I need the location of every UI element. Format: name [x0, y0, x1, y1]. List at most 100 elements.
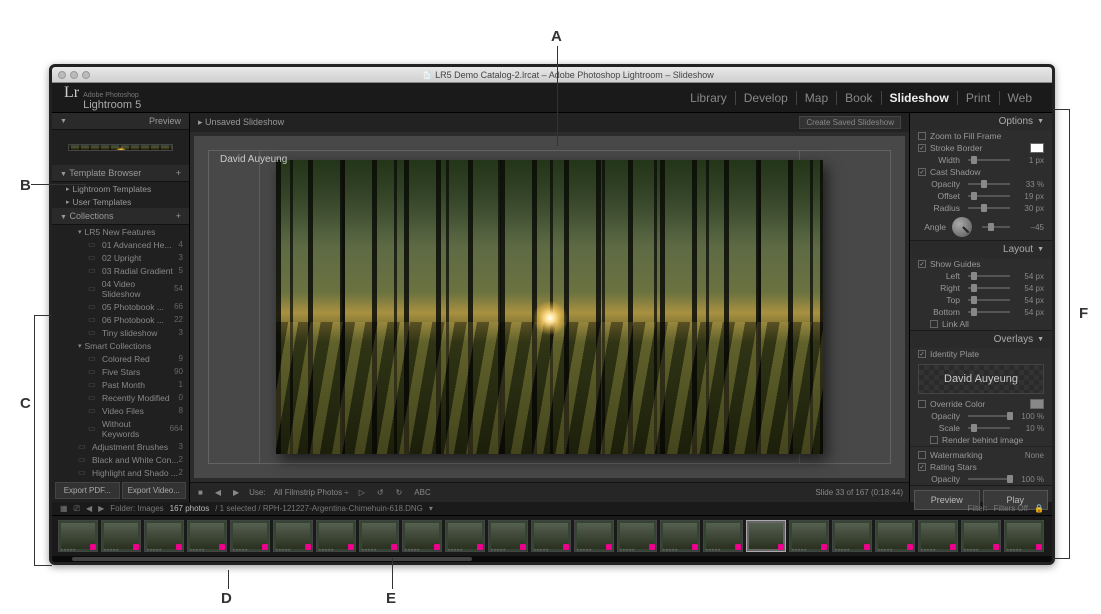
- slider[interactable]: [968, 275, 1010, 277]
- grid-icon[interactable]: ▦: [60, 504, 68, 513]
- filmstrip-thumb[interactable]: [961, 520, 1001, 552]
- export-video-button[interactable]: Export Video...: [122, 482, 187, 499]
- filmstrip-thumb[interactable]: [574, 520, 614, 552]
- filmstrip-thumb[interactable]: [746, 520, 786, 552]
- template-browser-header[interactable]: ▼ Template Browser +: [52, 165, 189, 182]
- create-saved-slideshow-button[interactable]: Create Saved Slideshow: [799, 116, 901, 129]
- slider[interactable]: [968, 159, 1010, 161]
- filmstrip-thumb[interactable]: [144, 520, 184, 552]
- collection-set[interactable]: Smart Collections: [52, 339, 189, 352]
- preview-panel-header[interactable]: ▼ Preview: [52, 113, 189, 130]
- collection-item[interactable]: ▭04 Video Slideshow54: [52, 277, 189, 300]
- filmstrip-thumb[interactable]: [359, 520, 399, 552]
- checkbox[interactable]: [918, 260, 926, 268]
- checkbox[interactable]: [918, 463, 926, 471]
- module-library[interactable]: Library: [682, 91, 736, 105]
- folder-label[interactable]: Folder: Images: [110, 504, 163, 513]
- slide-photo[interactable]: [276, 160, 823, 454]
- filmstrip-thumb[interactable]: [531, 520, 571, 552]
- slider[interactable]: [968, 427, 1010, 429]
- filmstrip-thumb[interactable]: [58, 520, 98, 552]
- stop-icon[interactable]: ■: [196, 488, 205, 497]
- filter-dropdown[interactable]: Filters Off: [994, 504, 1029, 513]
- filmstrip-thumb[interactable]: [488, 520, 528, 552]
- checkbox[interactable]: [930, 320, 938, 328]
- filmstrip-scrollbar[interactable]: [52, 556, 1052, 562]
- checkbox[interactable]: [918, 350, 926, 358]
- collection-item[interactable]: ▭Black and White Con...2: [52, 453, 189, 466]
- filmstrip-thumb[interactable]: [187, 520, 227, 552]
- layout-panel-header[interactable]: Layout▼: [910, 241, 1052, 258]
- module-develop[interactable]: Develop: [736, 91, 797, 105]
- export-pdf-button[interactable]: Export PDF...: [55, 482, 120, 499]
- checkbox[interactable]: [918, 400, 926, 408]
- collections-header[interactable]: ▼ Collections +: [52, 208, 189, 225]
- filmstrip-thumb[interactable]: [101, 520, 141, 552]
- collection-set[interactable]: LR5 New Features: [52, 225, 189, 238]
- nav-fwd-icon[interactable]: ▶: [98, 504, 104, 513]
- watermarking-value[interactable]: None: [1018, 451, 1044, 460]
- smart-collection-item[interactable]: ▭Past Month1: [52, 378, 189, 391]
- filmstrip-thumb[interactable]: [617, 520, 657, 552]
- slider[interactable]: [968, 195, 1010, 197]
- use-dropdown[interactable]: All Filmstrip Photos ÷: [274, 488, 349, 497]
- nav-back-icon[interactable]: ◀: [86, 504, 92, 513]
- slider[interactable]: [968, 287, 1010, 289]
- collection-item[interactable]: ▭Tiny slideshow3: [52, 326, 189, 339]
- filmstrip-thumb[interactable]: [230, 520, 270, 552]
- collection-item[interactable]: ▭03 Radial Gradient5: [52, 264, 189, 277]
- checkbox[interactable]: [918, 168, 926, 176]
- checkbox[interactable]: [930, 436, 938, 444]
- filmstrip-thumb[interactable]: [273, 520, 313, 552]
- filmstrip[interactable]: [52, 516, 1052, 556]
- play-icon[interactable]: ▷: [357, 488, 367, 497]
- smart-collection-item[interactable]: ▭Recently Modified0: [52, 391, 189, 404]
- plus-icon[interactable]: +: [176, 168, 181, 178]
- checkbox[interactable]: [918, 144, 926, 152]
- color-swatch[interactable]: [1030, 399, 1044, 409]
- identity-plate-preview[interactable]: David Auyeung: [918, 364, 1044, 394]
- filmstrip-thumb[interactable]: [445, 520, 485, 552]
- slider[interactable]: [968, 415, 1010, 417]
- rotate-ccw-icon[interactable]: ↺: [375, 488, 386, 497]
- filmstrip-thumb[interactable]: [918, 520, 958, 552]
- slider[interactable]: [968, 299, 1010, 301]
- angle-knob[interactable]: [952, 217, 972, 237]
- checkbox[interactable]: [918, 132, 926, 140]
- smart-collection-item[interactable]: ▭Without Keywords664: [52, 417, 189, 440]
- template-folder[interactable]: User Templates: [52, 195, 189, 208]
- module-print[interactable]: Print: [958, 91, 1000, 105]
- collection-item[interactable]: ▭06 Photobook ...22: [52, 313, 189, 326]
- filter-lock-icon[interactable]: 🔒: [1034, 504, 1044, 513]
- filmstrip-thumb[interactable]: [316, 520, 356, 552]
- slider[interactable]: [968, 311, 1010, 313]
- filmstrip-thumb[interactable]: [402, 520, 442, 552]
- slide-editor-view[interactable]: David Auyeung: [194, 136, 905, 478]
- identity-overlay[interactable]: David Auyeung: [220, 154, 287, 165]
- slider[interactable]: [968, 478, 1010, 480]
- prev-icon[interactable]: ◀: [213, 488, 223, 497]
- module-slideshow[interactable]: Slideshow: [882, 91, 958, 105]
- filmstrip-thumb[interactable]: [1004, 520, 1044, 552]
- collection-item[interactable]: ▭01 Advanced He...4: [52, 238, 189, 251]
- filmstrip-thumb[interactable]: [875, 520, 915, 552]
- filmstrip-thumb[interactable]: [703, 520, 743, 552]
- plus-icon[interactable]: +: [176, 211, 181, 221]
- window-controls[interactable]: [58, 71, 90, 79]
- module-book[interactable]: Book: [837, 91, 881, 105]
- filmstrip-thumb[interactable]: [789, 520, 829, 552]
- smart-collection-item[interactable]: ▭Video Files8: [52, 404, 189, 417]
- rotate-cw-icon[interactable]: ↻: [394, 488, 405, 497]
- collection-item[interactable]: ▭Adjustment Brushes3: [52, 440, 189, 453]
- filmstrip-thumb[interactable]: [832, 520, 872, 552]
- smart-collection-item[interactable]: ▭Colored Red9: [52, 352, 189, 365]
- secondary-monitor-icon[interactable]: ⎚: [74, 504, 80, 514]
- overlays-panel-header[interactable]: Overlays▼: [910, 331, 1052, 348]
- next-icon[interactable]: ▶: [231, 488, 241, 497]
- color-swatch[interactable]: [1030, 143, 1044, 153]
- slider[interactable]: [968, 183, 1010, 185]
- slider[interactable]: [968, 207, 1010, 209]
- text-overlay-button[interactable]: ABC: [412, 488, 432, 497]
- collection-item[interactable]: ▭02 Upright3: [52, 251, 189, 264]
- smart-collection-item[interactable]: ▭Five Stars90: [52, 365, 189, 378]
